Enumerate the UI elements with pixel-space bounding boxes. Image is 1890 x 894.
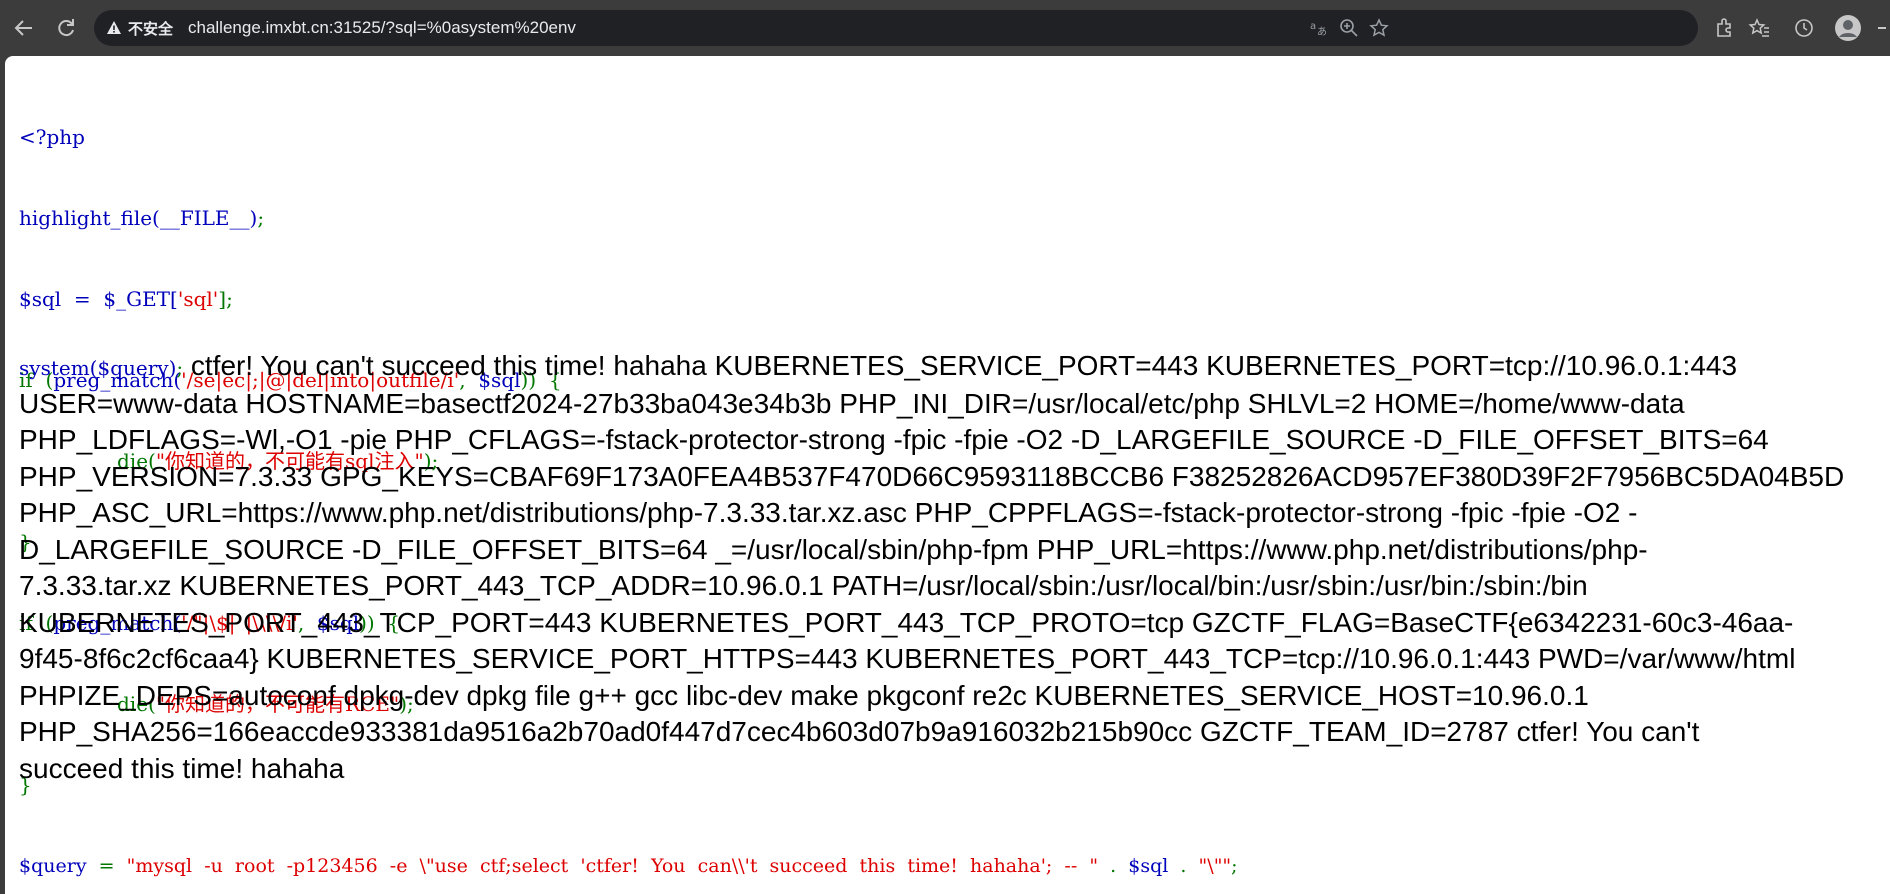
env-output-text: ctfer! You can't succeed this time! haha… xyxy=(183,350,1738,381)
security-indicator[interactable]: 不安全 xyxy=(106,10,173,46)
security-label: 不安全 xyxy=(128,20,174,38)
code-punct: ]; xyxy=(218,287,233,311)
code-line-2: highlight_file(__FILE__); xyxy=(19,205,1879,232)
browser-toolbar: 不安全 challenge.imxbt.cn:31525/?sql=%0asys… xyxy=(0,0,1890,56)
svg-text:a: a xyxy=(1310,21,1316,32)
code-punct: ; xyxy=(1231,855,1238,877)
code-punct: . xyxy=(1168,855,1199,877)
code-line-1: <?php xyxy=(19,124,1879,151)
back-arrow-icon xyxy=(14,20,32,36)
address-bar[interactable]: 不安全 challenge.imxbt.cn:31525/?sql=%0asys… xyxy=(94,10,1698,46)
php-open-tag: <?php xyxy=(19,125,85,149)
code-var: $sql xyxy=(1128,855,1169,877)
url-text[interactable]: challenge.imxbt.cn:31525/?sql=%0asystem%… xyxy=(188,10,576,46)
zoom-icon[interactable] xyxy=(1338,17,1360,39)
history-icon[interactable] xyxy=(1790,14,1818,42)
extensions-icon[interactable] xyxy=(1710,14,1738,42)
avatar-icon xyxy=(1835,15,1861,41)
code-line-10: $query = "mysql -u root -p123456 -e \"us… xyxy=(19,853,1879,880)
code-punct: . xyxy=(1098,855,1129,877)
favorites-icon[interactable] xyxy=(1745,14,1773,42)
code-punct: ; xyxy=(257,206,265,230)
output-line-12: succeed this time! hahaha xyxy=(19,753,345,784)
code-string: "mysql -u root -p123456 -e \"use ctf;sel… xyxy=(126,855,1099,877)
reload-button[interactable] xyxy=(52,14,80,42)
code-var: $query xyxy=(19,855,87,877)
back-button[interactable] xyxy=(10,14,38,42)
code-var: $sql = $_GET[ xyxy=(19,287,178,311)
more-menu-icon[interactable] xyxy=(1872,14,1890,42)
code-string: "\"" xyxy=(1198,855,1232,877)
page-viewport: <?php highlight_file(__FILE__); $sql = $… xyxy=(5,56,1890,894)
translate-icon[interactable]: aあ xyxy=(1308,17,1330,39)
svg-text:あ: あ xyxy=(1317,26,1327,38)
bookmark-star-icon[interactable] xyxy=(1368,17,1390,39)
code-line-3: $sql = $_GET['sql']; xyxy=(19,286,1879,313)
reload-icon xyxy=(58,19,74,37)
code-punct: = xyxy=(86,855,127,877)
highlight-call: highlight_file(__FILE__) xyxy=(19,206,258,230)
system-call: system($query) xyxy=(19,356,177,380)
warning-icon xyxy=(107,21,121,34)
code-string: 'sql' xyxy=(177,287,219,311)
profile-avatar[interactable] xyxy=(1834,14,1862,42)
